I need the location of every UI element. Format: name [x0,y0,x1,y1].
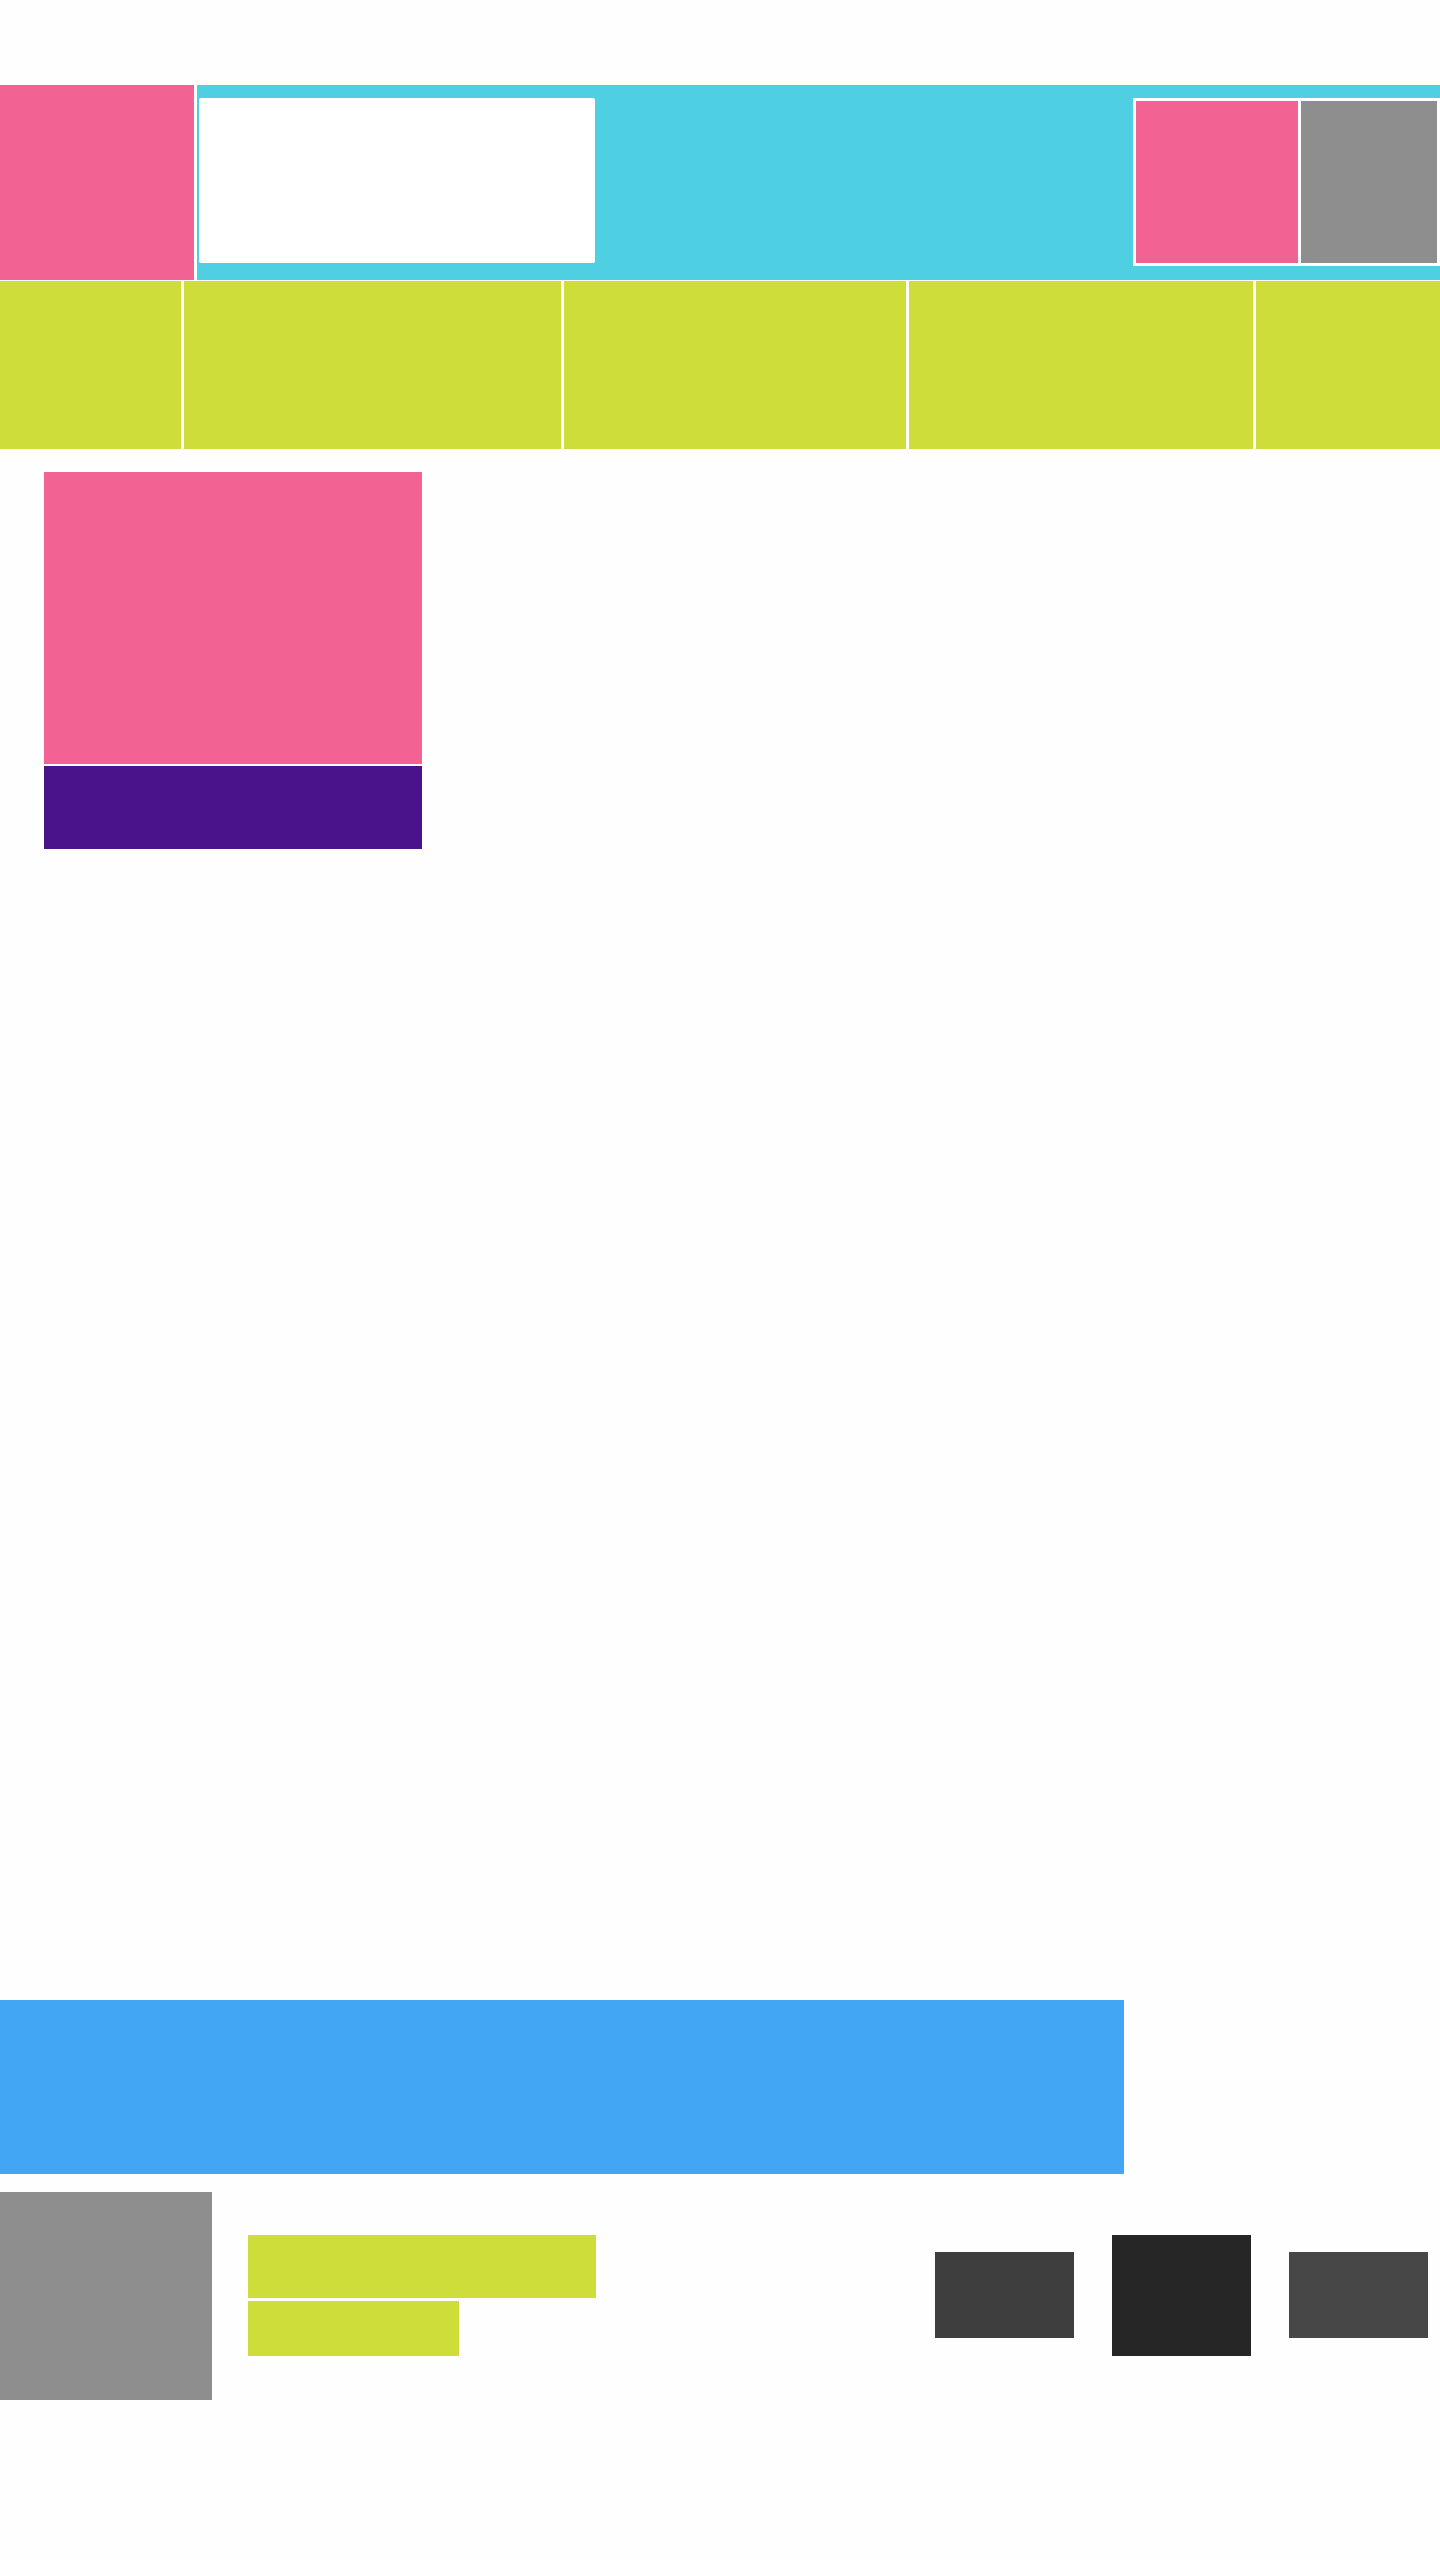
tab-5[interactable] [1256,281,1440,449]
track-title [248,2235,596,2298]
tab-2[interactable] [184,281,564,449]
nav-tabs [0,281,1440,449]
tab-1[interactable] [0,281,184,449]
album-art-thumbnail[interactable] [0,2192,212,2400]
account-icon[interactable] [1133,98,1301,266]
avatar-icon[interactable] [1301,98,1440,266]
card-image[interactable] [44,472,422,764]
skip-next-icon[interactable] [1289,2252,1428,2338]
promo-banner[interactable] [0,2000,1124,2174]
play-icon[interactable] [1112,2235,1251,2356]
card-caption[interactable] [44,766,422,849]
tab-3[interactable] [564,281,909,449]
search-input[interactable] [199,98,595,263]
skip-previous-icon[interactable] [935,2252,1074,2338]
tab-4[interactable] [909,281,1256,449]
track-artist [248,2301,459,2356]
app-logo-icon[interactable] [0,85,197,280]
